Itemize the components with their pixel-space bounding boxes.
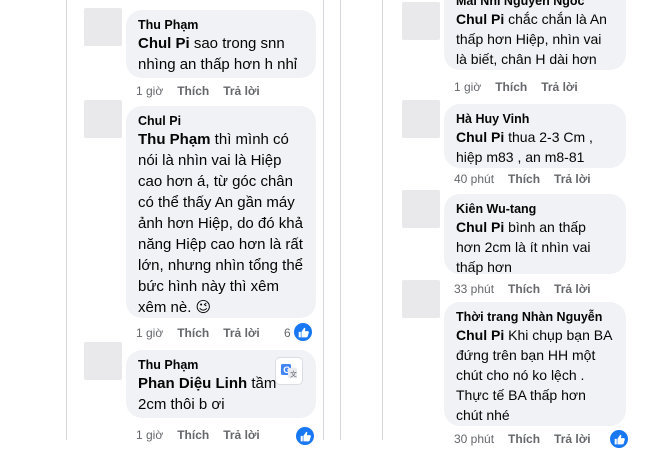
comment-meta: 1 giờ Thích Trả lời	[454, 80, 592, 94]
like-reaction-icon[interactable]	[294, 425, 316, 447]
like-link[interactable]: Thích	[508, 432, 540, 446]
comment-text: Thu Phạm thì mình có nói là nhìn vai là …	[138, 129, 304, 318]
comment-time[interactable]: 1 giờ	[136, 326, 163, 340]
avatar[interactable]	[402, 280, 440, 318]
comment-meta: 33 phút Thích Trả lời	[454, 282, 605, 296]
avatar[interactable]	[402, 190, 440, 228]
mention-link[interactable]: Chul Pi	[456, 219, 504, 235]
comment-author[interactable]: Hà Huy Vinh	[456, 111, 614, 127]
comment-time[interactable]: 1 giờ	[136, 84, 163, 98]
panel-divider	[323, 0, 324, 440]
comment-time[interactable]: 40 phút	[454, 172, 494, 186]
avatar[interactable]	[84, 100, 122, 138]
like-link[interactable]: Thích	[495, 80, 527, 94]
comment-author[interactable]: Kiên Wu-tang	[456, 201, 614, 217]
like-reaction-icon[interactable]	[608, 428, 630, 450]
reaction-count[interactable]: 6	[284, 326, 291, 340]
avatar[interactable]	[84, 8, 122, 46]
comment-text: Chul Pi sao trong snn nhìng an thấp hơn …	[138, 33, 304, 75]
like-link[interactable]: Thích	[508, 282, 540, 296]
comment-time[interactable]: 30 phút	[454, 432, 494, 446]
right-comment-thread: Mai Nhi Nguyen Ngoc Chul Pi chắc chắn là…	[330, 0, 660, 450]
comment-text: Chul Pi bình an thấp hơn 2cm là ít nhìn …	[456, 217, 614, 277]
reply-link[interactable]: Trả lời	[541, 80, 578, 94]
comment-bubble: Thu Phạm Chul Pi sao trong snn nhìng an …	[126, 10, 316, 78]
mention-link[interactable]: Chul Pi	[138, 35, 190, 52]
comment-time[interactable]: 1 giờ	[454, 80, 481, 94]
comment-author[interactable]: Thu Phạm	[138, 17, 304, 33]
comment-author[interactable]: Chul Pi	[138, 113, 304, 129]
panel-divider	[340, 0, 341, 440]
avatar[interactable]	[84, 342, 122, 380]
comment-bubble: Hà Huy Vinh Chul Pi thua 2-3 Cm , hiệp m…	[444, 104, 626, 168]
comment-meta: 1 giờ Thích Trả lời	[136, 326, 274, 340]
comment-bubble: Mai Nhi Nguyen Ngoc Chul Pi chắc chắn là…	[444, 0, 626, 70]
translate-icon[interactable]: G 文	[276, 358, 302, 384]
comment-author[interactable]: Thời trang Nhàn Nguyễn	[456, 309, 614, 325]
comment-text: Chul Pi thua 2-3 Cm , hiệp m83 , an m8-8…	[456, 127, 614, 167]
mention-link[interactable]: Phan Diệu Linh	[138, 375, 247, 392]
comment-author[interactable]: Mai Nhi Nguyen Ngoc	[456, 0, 614, 9]
avatar[interactable]	[402, 2, 440, 40]
reply-link[interactable]: Trả lời	[223, 84, 260, 98]
left-comment-thread: Thu Phạm Chul Pi sao trong snn nhìng an …	[0, 0, 330, 447]
comment-text: Chul Pi Khi chụp bạn BA đứng trên bạn HH…	[456, 325, 614, 425]
comment-meta: 30 phút Thích Trả lời	[454, 432, 605, 446]
thread-line	[66, 0, 67, 440]
like-link[interactable]: Thích	[177, 84, 209, 98]
comment-bubble: Thời trang Nhàn Nguyễn Chul Pi Khi chụp …	[444, 302, 626, 426]
comment-meta: 1 giờ Thích Trả lời	[136, 84, 274, 98]
avatar[interactable]	[402, 100, 440, 138]
thread-line	[382, 0, 383, 440]
comment-bubble: Kiên Wu-tang Chul Pi bình an thấp hơn 2c…	[444, 194, 626, 277]
mention-link[interactable]: Chul Pi	[456, 129, 504, 145]
comment-body: thì mình có nói là nhìn vai là Hiệp cao …	[138, 131, 303, 316]
mention-link[interactable]: Chul Pi	[456, 11, 504, 27]
comment-time[interactable]: 33 phút	[454, 282, 494, 296]
mention-link[interactable]: Chul Pi	[456, 327, 504, 343]
comment-meta: 40 phút Thích Trả lời	[454, 172, 605, 186]
reply-link[interactable]: Trả lời	[223, 326, 260, 340]
reply-link[interactable]: Trả lời	[554, 432, 591, 446]
reply-link[interactable]: Trả lời	[554, 172, 591, 186]
comment-bubble: Chul Pi Thu Phạm thì mình có nói là nhìn…	[126, 106, 316, 318]
like-reaction-icon[interactable]	[292, 321, 314, 343]
like-link[interactable]: Thích	[177, 326, 209, 340]
mention-link[interactable]: Thu Phạm	[138, 131, 211, 148]
reply-link[interactable]: Trả lời	[554, 282, 591, 296]
svg-text:文: 文	[290, 370, 297, 379]
comment-text: Chul Pi chắc chắn là An thấp hơn Hiệp, n…	[456, 9, 614, 69]
like-link[interactable]: Thích	[508, 172, 540, 186]
